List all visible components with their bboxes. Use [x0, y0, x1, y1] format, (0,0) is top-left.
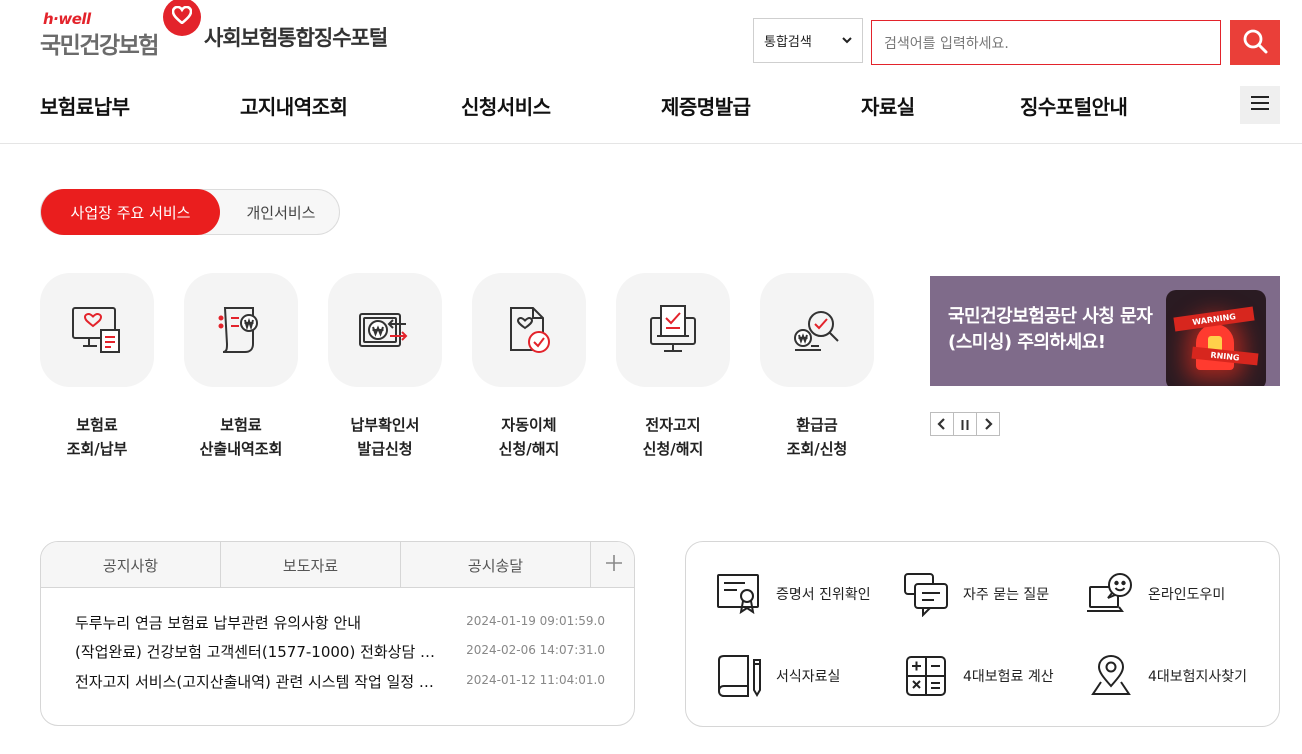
all-menu-button[interactable]	[1240, 86, 1280, 124]
notice-item[interactable]: 전자고지 서비스(고지산출내역) 관련 시스템 작업 일정 안내 2024-01…	[75, 669, 605, 693]
service-label-line2: 신청/해지	[642, 440, 704, 458]
smishing-warning-banner[interactable]: 국민건강보험공단 사칭 문자 (스미싱) 주의하세요! WARNING RNING	[930, 276, 1280, 386]
service-label-line2: 신청/해지	[498, 440, 560, 458]
quick-link-label: 서식자료실	[776, 669, 841, 685]
portal-title[interactable]: 사회보험통합징수포털	[204, 22, 388, 52]
tab-business-services[interactable]: 사업장 주요 서비스	[41, 189, 220, 235]
quick-link-certificate-verify[interactable]: 증명서 진위확인	[714, 568, 871, 620]
service-label-line2: 조회/납부	[66, 440, 128, 458]
nav-item-library[interactable]: 자료실	[861, 91, 915, 120]
notice-title: 두루누리 연금 보험료 납부관련 유의사항 안내	[75, 614, 362, 632]
quick-link-faq[interactable]: 자주 묻는 질문	[901, 568, 1049, 620]
bill-monitor-icon	[40, 273, 154, 387]
notice-title: 전자고지 서비스(고지산출내역) 관련 시스템 작업 일정 안내	[75, 673, 445, 691]
notice-date: 2024-01-19 09:01:59.0	[466, 614, 605, 628]
quick-link-online-helper[interactable]: 온라인도우미	[1086, 568, 1225, 620]
pause-icon	[961, 415, 969, 434]
search-input[interactable]: 검색어를 입력하세요.	[871, 20, 1221, 65]
banner-prev-button[interactable]	[930, 412, 954, 436]
auto-transfer-check-icon	[472, 273, 586, 387]
nav-item-application[interactable]: 신청서비스	[461, 91, 551, 120]
chevron-down-icon	[842, 33, 852, 48]
location-pin-icon	[1086, 651, 1136, 701]
service-premium-inquiry[interactable]: 보험료조회/납부	[40, 273, 154, 461]
refund-search-icon	[760, 273, 874, 387]
nav-item-portal-guide[interactable]: 징수포털안내	[1020, 91, 1128, 120]
service-label-line1: 환급금	[796, 416, 838, 434]
quick-link-label: 4대보험지사찾기	[1148, 669, 1248, 685]
plus-icon	[605, 555, 622, 575]
notice-board: 공지사항 보도자료 공시송달 두루누리 연금 보험료 납부관련 유의사항 안내 …	[40, 541, 635, 726]
notice-item[interactable]: (작업완료) 건강보험 고객센터(1577-1000) 전화상담 일시 중단 안…	[75, 639, 605, 663]
service-e-notice[interactable]: 전자고지신청/해지	[616, 273, 730, 461]
notice-item[interactable]: 두루누리 연금 보험료 납부관련 유의사항 안내 2024-01-19 09:0…	[75, 610, 605, 634]
service-label-line2: 조회/신청	[786, 440, 848, 458]
search-placeholder: 검색어를 입력하세요.	[884, 35, 1009, 52]
e-notice-monitor-icon	[616, 273, 730, 387]
banner-line2: (스미싱) 주의하세요!	[948, 332, 1106, 353]
main-navigation: 보험료납부 고지내역조회 신청서비스 제증명발급 자료실 징수포털안내	[0, 82, 1302, 144]
service-refund[interactable]: 환급금조회/신청	[760, 273, 874, 461]
chevron-right-icon	[983, 415, 993, 434]
heart-icon	[163, 0, 201, 36]
nav-item-premium-payment[interactable]: 보험료납부	[40, 91, 130, 120]
calculator-icon	[901, 651, 951, 701]
search-icon	[1242, 28, 1268, 58]
search-scope-value: 통합검색	[764, 35, 812, 50]
quick-link-branch-finder[interactable]: 4대보험지사찾기	[1086, 650, 1247, 702]
quick-links-panel: 증명서 진위확인 자주 묻는 질문 온라인도우미 서식자료실 4대보험료 계산 …	[685, 541, 1280, 727]
notice-date: 2024-01-12 11:04:01.0	[466, 673, 605, 687]
quick-link-label: 4대보험료 계산	[963, 669, 1054, 685]
nav-item-certificates[interactable]: 제증명발급	[661, 91, 751, 120]
board-tabs: 공지사항 보도자료 공시송달	[41, 542, 634, 588]
tab-personal-services[interactable]: 개인서비스	[221, 190, 341, 234]
hamburger-menu-icon	[1250, 95, 1270, 115]
banner-pause-button[interactable]	[953, 412, 977, 436]
certificate-icon	[714, 569, 764, 619]
faq-chat-icon	[901, 569, 951, 619]
service-tabs: 사업장 주요 서비스 개인서비스	[40, 189, 340, 235]
service-label-line1: 자동이체	[501, 416, 557, 434]
service-label-line1: 납부확인서	[350, 416, 420, 434]
banner-line1: 국민건강보험공단 사칭 문자	[948, 306, 1153, 327]
service-label-line2: 발급신청	[357, 440, 413, 458]
logo-org-name: 국민건강보험	[40, 33, 159, 59]
service-label-line1: 보험료	[76, 416, 118, 434]
quick-link-insurance-calculator[interactable]: 4대보험료 계산	[901, 650, 1054, 702]
quick-link-label: 온라인도우미	[1148, 587, 1226, 603]
service-label-line1: 보험료	[220, 416, 262, 434]
site-logo[interactable]: h·well 국민건강보험	[40, 0, 210, 59]
service-label-line1: 전자고지	[645, 416, 701, 434]
service-label-line2: 산출내역조회	[199, 440, 283, 458]
payment-transfer-icon	[328, 273, 442, 387]
form-book-icon	[714, 651, 764, 701]
tab-press-releases[interactable]: 보도자료	[221, 542, 401, 588]
service-premium-calculation[interactable]: 보험료산출내역조회	[184, 273, 298, 461]
quick-link-label: 자주 묻는 질문	[963, 587, 1050, 603]
notice-date: 2024-02-06 14:07:31.0	[466, 643, 605, 657]
search-button[interactable]	[1230, 20, 1280, 65]
board-more-button[interactable]	[591, 542, 634, 588]
banner-next-button[interactable]	[976, 412, 1000, 436]
notice-title: (작업완료) 건강보험 고객센터(1577-1000) 전화상담 일시 중단 안…	[75, 643, 445, 661]
quick-link-label: 증명서 진위확인	[776, 587, 871, 603]
service-payment-certificate[interactable]: 납부확인서발급신청	[328, 273, 442, 461]
service-auto-transfer[interactable]: 자동이체신청/해지	[472, 273, 586, 461]
nav-item-notice-inquiry[interactable]: 고지내역조회	[240, 91, 348, 120]
chevron-left-icon	[937, 415, 947, 434]
tab-public-notice[interactable]: 공시송달	[401, 542, 591, 588]
document-won-icon	[184, 273, 298, 387]
online-helper-icon	[1086, 569, 1136, 619]
search-scope-select[interactable]: 통합검색	[753, 18, 863, 63]
tab-notices[interactable]: 공지사항	[41, 542, 221, 588]
quick-link-form-library[interactable]: 서식자료실	[714, 650, 840, 702]
